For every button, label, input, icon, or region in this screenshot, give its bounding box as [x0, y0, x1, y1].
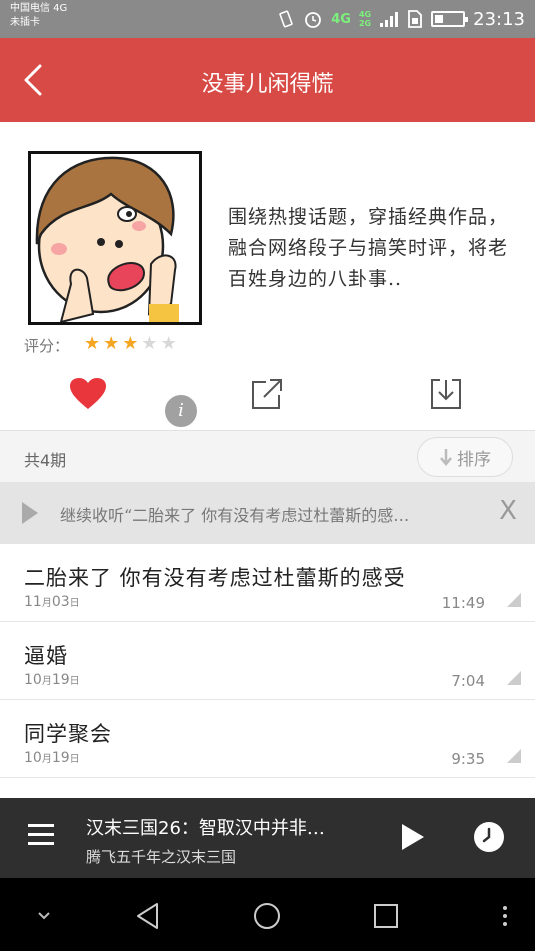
network-type-main: 4G: [331, 11, 351, 27]
episode-count: 共4期: [24, 451, 67, 470]
resume-play-icon[interactable]: [22, 502, 38, 524]
album-header: i 围绕热搜话题，穿插经典作品，融合网络段子与搞笑时评，将老百姓身边的八卦事..…: [0, 122, 535, 430]
page-title: 没事儿闲得慌: [201, 72, 334, 97]
corner-triangle-icon: [507, 671, 521, 685]
episode-title: 同学聚会: [24, 722, 112, 746]
nav-recents-button[interactable]: [366, 896, 406, 936]
episode-date: 10月19日: [24, 672, 80, 688]
episode-duration: 11:49: [441, 594, 485, 612]
download-icon: [431, 379, 461, 409]
signal-icon: [380, 12, 399, 27]
network-type-dual: 4G 2G: [359, 10, 371, 28]
sort-button[interactable]: 排序: [417, 437, 513, 477]
rating-stars: ★ ★ ★ ★ ★: [84, 333, 177, 354]
rating-label: 评分：: [24, 337, 70, 355]
star-icon: ★: [122, 333, 139, 354]
clock-time: 23:13: [473, 8, 525, 30]
list-item[interactable]: 二胎来了 你有没有考虑过杜蕾斯的感受 11月03日 11:49: [0, 544, 535, 622]
heart-icon: [70, 378, 106, 409]
share-button[interactable]: [245, 374, 289, 414]
sort-arrow-icon: [440, 449, 452, 466]
sort-label: 排序: [457, 449, 491, 470]
playlist-menu-icon[interactable]: [28, 824, 54, 850]
favorite-button[interactable]: [66, 374, 110, 414]
star-icon: ★: [141, 333, 158, 354]
cartoon-face-illustration: [31, 154, 199, 322]
mini-player[interactable]: 汉末三国26：智取汉中并非… 腾飞五千年之汉末三国: [0, 798, 535, 878]
more-vertical-icon: [503, 906, 507, 926]
episode-duration: 7:04: [451, 672, 485, 690]
nav-back-button[interactable]: [128, 896, 168, 936]
star-icon: ★: [103, 333, 120, 354]
carrier-info: 中国电信 4G 未插卡: [10, 2, 67, 30]
network-type-bottom: 2G: [358, 19, 372, 28]
album-description: 围绕热搜话题，穿插经典作品，融合网络段子与搞笑时评，将老百姓身边的八卦事..: [228, 206, 509, 290]
sim-status: 未插卡: [10, 17, 40, 28]
chevron-down-icon: [38, 912, 50, 920]
corner-triangle-icon: [507, 593, 521, 607]
play-icon[interactable]: [402, 824, 424, 850]
close-icon[interactable]: X: [493, 496, 523, 526]
sim-card-icon: [408, 10, 423, 28]
episode-title: 逼婚: [24, 644, 68, 668]
alarm-icon: [305, 12, 322, 28]
status-bar: 中国电信 4G 未插卡 4G 4G 2G 23:13: [0, 0, 535, 38]
download-button[interactable]: [424, 374, 468, 414]
episode-duration: 9:35: [451, 750, 485, 768]
corner-triangle-icon: [507, 749, 521, 763]
carrier-name: 中国电信 4G: [10, 3, 68, 14]
circle-home-icon: [254, 903, 280, 929]
title-bar: 没事儿闲得慌: [0, 38, 535, 122]
vibrate-icon: [279, 10, 293, 28]
hide-nav-button[interactable]: [24, 896, 64, 936]
share-icon: [252, 379, 282, 409]
list-item[interactable]: 逼婚 10月19日 7:04: [0, 622, 535, 700]
episode-date: 11月03日: [24, 594, 80, 610]
timer-clock-icon[interactable]: [474, 822, 504, 852]
episode-date: 10月19日: [24, 750, 80, 766]
resume-text[interactable]: 继续收听“二胎来了 你有没有考虑过杜蕾斯的感…: [60, 502, 490, 526]
episode-list-header: 共4期 排序: [0, 430, 535, 482]
square-recents-icon: [374, 904, 398, 928]
nav-more-button[interactable]: [485, 896, 525, 936]
episode-title: 二胎来了 你有没有考虑过杜蕾斯的感受: [24, 566, 406, 590]
triangle-back-icon: [137, 903, 158, 929]
now-playing-album: 腾飞五千年之汉末三国: [86, 848, 237, 866]
system-nav-bar: [0, 878, 535, 951]
list-item[interactable]: 同学聚会 10月19日 9:35: [0, 700, 535, 778]
network-type-top: 4G: [358, 10, 372, 19]
status-icons: 4G 4G 2G 23:13: [277, 5, 525, 33]
resume-listening-bar[interactable]: 继续收听“二胎来了 你有没有考虑过杜蕾斯的感… X: [0, 482, 535, 544]
album-cover[interactable]: [28, 151, 202, 325]
battery-icon: [431, 11, 469, 27]
now-playing-title[interactable]: 汉末三国26：智取汉中并非…: [86, 814, 376, 840]
info-icon[interactable]: i: [163, 393, 199, 429]
nav-home-button[interactable]: [247, 896, 287, 936]
star-icon: ★: [160, 333, 177, 354]
star-icon: ★: [84, 333, 101, 354]
